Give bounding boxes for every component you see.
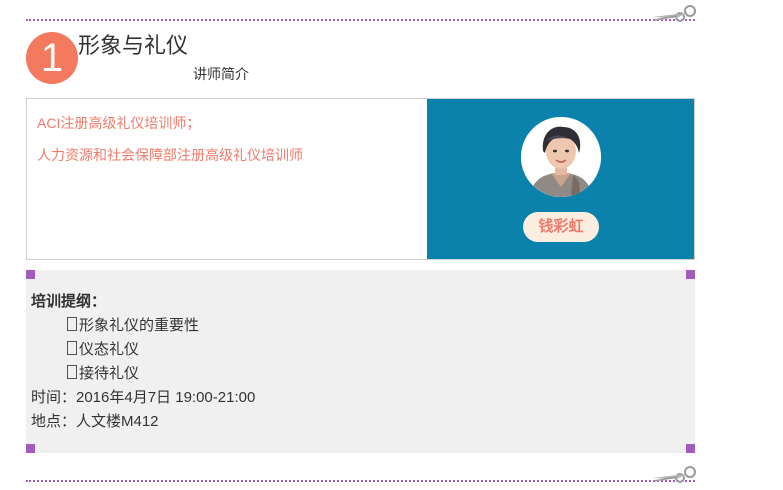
checkbox-bullet-icon — [67, 317, 77, 331]
corner-marker — [686, 270, 695, 279]
outline-content: 培训提纲： 形象礼仪的重要性 仪态礼仪 接待礼仪 时间：2016年4月7日 19… — [31, 290, 255, 434]
section-number-badge: 1 — [26, 32, 78, 84]
corner-marker — [686, 444, 695, 453]
event-location: 地点：人文楼M412 — [31, 413, 159, 430]
bottom-divider — [26, 480, 695, 482]
training-outline-panel: 培训提纲： 形象礼仪的重要性 仪态礼仪 接待礼仪 时间：2016年4月7日 19… — [26, 270, 695, 453]
list-item: 接待礼仪 — [31, 362, 255, 386]
credential-line: 人力资源和社会保障部注册高级礼仪培训师 — [37, 147, 303, 163]
lecturer-photo-panel: 钱彩虹 — [427, 99, 694, 259]
lecturer-avatar — [521, 117, 601, 197]
portrait-image — [521, 117, 601, 197]
event-time: 时间：2016年4月7日 19:00-21:00 — [31, 389, 256, 406]
section-subtitle: 讲师简介 — [193, 66, 249, 82]
corner-marker — [26, 270, 35, 279]
scissors-icon — [652, 5, 696, 22]
checkbox-bullet-icon — [67, 341, 77, 355]
list-item-label: 形象礼仪的重要性 — [79, 317, 200, 334]
page-title: 形象与礼仪 — [78, 33, 189, 58]
outline-heading: 培训提纲： — [31, 293, 107, 310]
lecturer-intro-card: ACI注册高级礼仪培训师； 人力资源和社会保障部注册高级礼仪培训师 钱彩虹 — [26, 98, 695, 260]
checkbox-bullet-icon — [67, 365, 77, 379]
list-item-label: 接待礼仪 — [79, 365, 140, 382]
list-item: 形象礼仪的重要性 — [31, 314, 255, 338]
scissors-icon — [652, 466, 696, 483]
credential-line: ACI注册高级礼仪培训师； — [37, 115, 201, 131]
lecturer-credentials: ACI注册高级礼仪培训师； 人力资源和社会保障部注册高级礼仪培训师 — [37, 113, 417, 177]
lecturer-name-badge: 钱彩虹 — [523, 212, 599, 242]
list-item-label: 仪态礼仪 — [79, 341, 140, 358]
list-item: 仪态礼仪 — [31, 338, 255, 362]
corner-marker — [26, 444, 35, 453]
top-divider — [26, 19, 695, 21]
